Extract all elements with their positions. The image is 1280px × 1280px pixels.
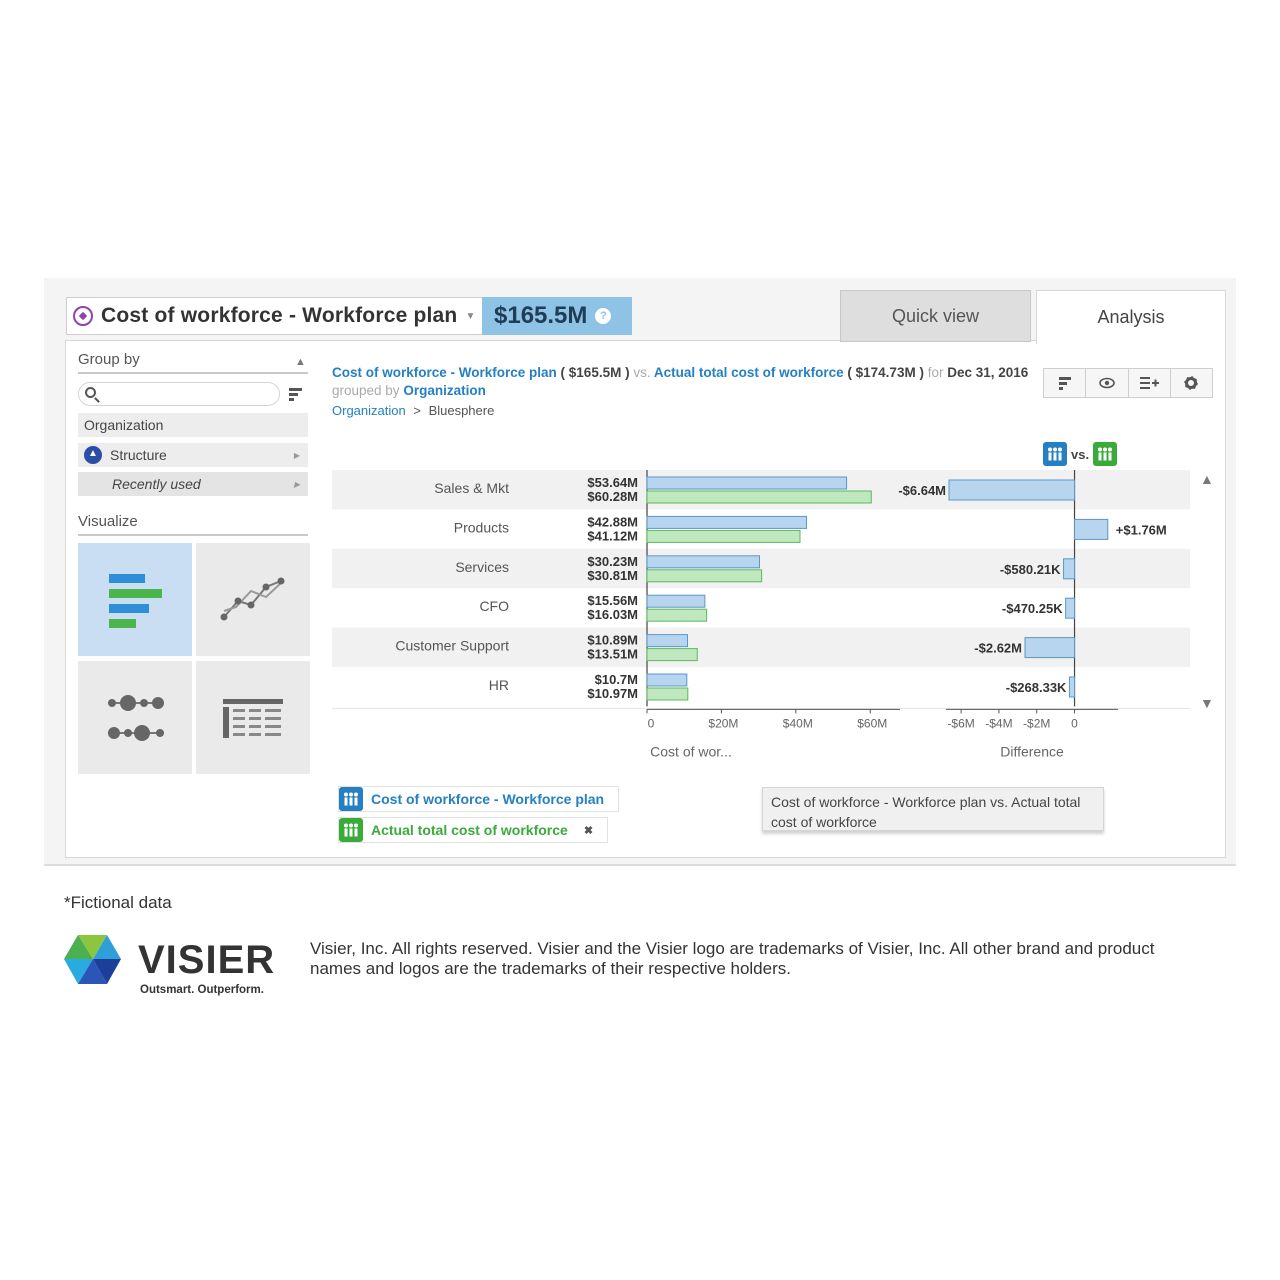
category-label: Customer Support xyxy=(395,638,509,654)
category-label: Products xyxy=(454,519,509,535)
bar-workforce-plan xyxy=(646,515,808,529)
data-label-difference: -$580.21K xyxy=(1000,562,1061,577)
visier-logo-icon xyxy=(64,935,121,984)
legal-text: Visier, Inc. All rights reserved. Visier… xyxy=(310,939,1155,978)
bar-difference xyxy=(1068,676,1076,698)
category-label: Services xyxy=(455,559,509,575)
bar-workforce-plan xyxy=(646,634,689,648)
bar-chart: Sales & Mkt $53.64M$60.28M -$6.64M Products… xyxy=(332,470,1190,759)
x-tick-label: 0 xyxy=(648,716,655,730)
data-label-workforce-plan: $15.56M xyxy=(587,593,638,608)
category-label: CFO xyxy=(479,598,509,614)
data-label-difference: -$2.62M xyxy=(974,641,1022,656)
data-label-actual-cost: $10.97M xyxy=(587,686,638,701)
x-tick-label: $60M xyxy=(857,716,887,730)
data-label-workforce-plan: $42.88M xyxy=(587,514,638,529)
people-icon xyxy=(339,818,363,842)
bar-actual-cost xyxy=(646,648,698,662)
data-label-workforce-plan: $10.89M xyxy=(587,633,638,648)
footnote: *Fictional data xyxy=(64,893,172,912)
tooltip: Cost of workforce - Workforce plan vs. A… xyxy=(762,787,1104,831)
remove-icon[interactable]: ✖ xyxy=(584,824,593,837)
bar-actual-cost xyxy=(646,687,689,701)
bar-workforce-plan xyxy=(646,555,760,569)
brand-name: VISIER xyxy=(138,938,276,982)
data-label-difference: +$1.76M xyxy=(1116,522,1167,537)
people-icon xyxy=(339,787,363,811)
bar-difference xyxy=(1074,518,1109,540)
bar-actual-cost xyxy=(646,529,801,543)
bar-actual-cost xyxy=(646,490,872,504)
category-label: Sales & Mkt xyxy=(434,480,509,496)
legend-label: Actual total cost of workforce xyxy=(371,822,568,838)
data-label-workforce-plan: $30.23M xyxy=(587,554,638,569)
bar-difference xyxy=(1065,597,1076,619)
category-label: HR xyxy=(489,677,509,693)
bar-difference xyxy=(1024,637,1076,659)
difference-tick-label: -$4M xyxy=(985,716,1012,730)
x-tick-label: $20M xyxy=(708,716,738,730)
bar-workforce-plan xyxy=(646,673,688,687)
data-label-difference: -$268.33K xyxy=(1006,680,1067,695)
bar-difference xyxy=(1063,558,1076,580)
scroll-down-icon[interactable]: ▼ xyxy=(1200,695,1214,711)
x-axis-title: Cost of wor... xyxy=(650,743,732,759)
difference-tick-label: 0 xyxy=(1071,716,1078,730)
bar-actual-cost xyxy=(646,569,763,583)
difference-tick-label: -$6M xyxy=(947,716,974,730)
data-label-difference: -$6.64M xyxy=(898,483,946,498)
bar-workforce-plan xyxy=(646,594,706,608)
bar-difference xyxy=(948,479,1076,501)
data-label-difference: -$470.25K xyxy=(1002,601,1063,616)
bar-actual-cost xyxy=(646,608,708,622)
data-label-actual-cost: $60.28M xyxy=(587,489,638,504)
difference-axis-title: Difference xyxy=(1000,743,1064,759)
legend-item-actual-cost[interactable]: Actual total cost of workforce ✖ xyxy=(338,817,609,843)
data-label-actual-cost: $16.03M xyxy=(587,607,638,622)
difference-tick-label: -$2M xyxy=(1023,716,1050,730)
data-label-workforce-plan: $10.7M xyxy=(595,672,638,687)
legend-label: Cost of workforce - Workforce plan xyxy=(371,791,605,807)
scroll-up-icon[interactable]: ▲ xyxy=(1200,471,1214,487)
brand-tagline: Outsmart. Outperform. xyxy=(140,984,264,996)
data-label-actual-cost: $30.81M xyxy=(587,568,638,583)
data-label-actual-cost: $13.51M xyxy=(587,647,638,662)
bar-workforce-plan xyxy=(646,476,848,490)
data-label-actual-cost: $41.12M xyxy=(587,528,638,543)
legend-item-workforce-plan[interactable]: Cost of workforce - Workforce plan xyxy=(338,786,620,812)
x-tick-label: $40M xyxy=(783,716,813,730)
data-label-workforce-plan: $53.64M xyxy=(587,475,638,490)
